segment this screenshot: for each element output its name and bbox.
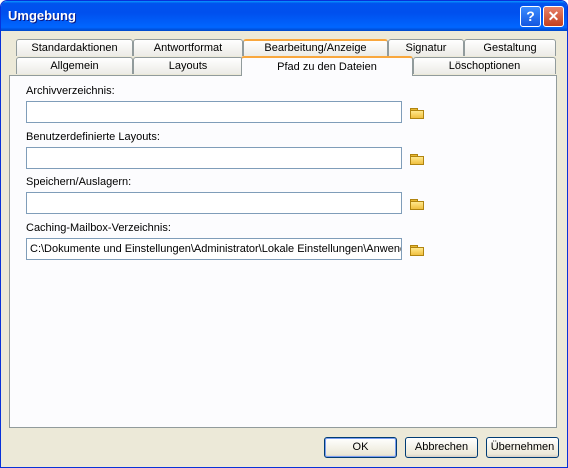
tab-gestaltung[interactable]: Gestaltung: [464, 39, 556, 56]
archive-directory-input[interactable]: [26, 101, 402, 123]
close-button[interactable]: ✕: [543, 6, 564, 27]
custom-layouts-label: Benutzerdefinierte Layouts:: [26, 131, 160, 143]
tab-loeschoptionen[interactable]: Löschoptionen: [413, 57, 556, 74]
save-swap-label: Speichern/Auslagern:: [26, 176, 132, 188]
tab-layouts[interactable]: Layouts: [133, 57, 243, 74]
ok-button[interactable]: OK: [324, 437, 397, 458]
caching-mailbox-label: Caching-Mailbox-Verzeichnis:: [26, 222, 171, 234]
folder-icon[interactable]: [410, 199, 424, 210]
save-swap-input[interactable]: [26, 192, 402, 214]
dialog-window: Umgebung ? ✕ Standardaktionen Antwortfor…: [0, 0, 568, 468]
apply-button[interactable]: Übernehmen: [486, 437, 559, 458]
folder-icon[interactable]: [410, 154, 424, 165]
tab-antwortformat[interactable]: Antwortformat: [133, 39, 243, 56]
caching-mailbox-input[interactable]: C:\Dokumente und Einstellungen\Administr…: [26, 238, 402, 260]
folder-icon[interactable]: [410, 108, 424, 119]
tab-standardaktionen[interactable]: Standardaktionen: [16, 39, 133, 56]
custom-layouts-input[interactable]: [26, 147, 402, 169]
cancel-button[interactable]: Abbrechen: [405, 437, 478, 458]
help-button[interactable]: ?: [520, 6, 541, 27]
tab-pfad-zu-den-dateien[interactable]: Pfad zu den Dateien: [241, 56, 413, 76]
tab-allgemein[interactable]: Allgemein: [16, 57, 133, 74]
window-title: Umgebung: [8, 8, 76, 23]
archive-directory-label: Archivverzeichnis:: [26, 85, 115, 97]
tab-bearbeitung-anzeige[interactable]: Bearbeitung/Anzeige: [243, 39, 388, 56]
title-bar[interactable]: Umgebung ? ✕: [1, 1, 567, 31]
folder-icon[interactable]: [410, 245, 424, 256]
tab-signatur[interactable]: Signatur: [388, 39, 464, 56]
